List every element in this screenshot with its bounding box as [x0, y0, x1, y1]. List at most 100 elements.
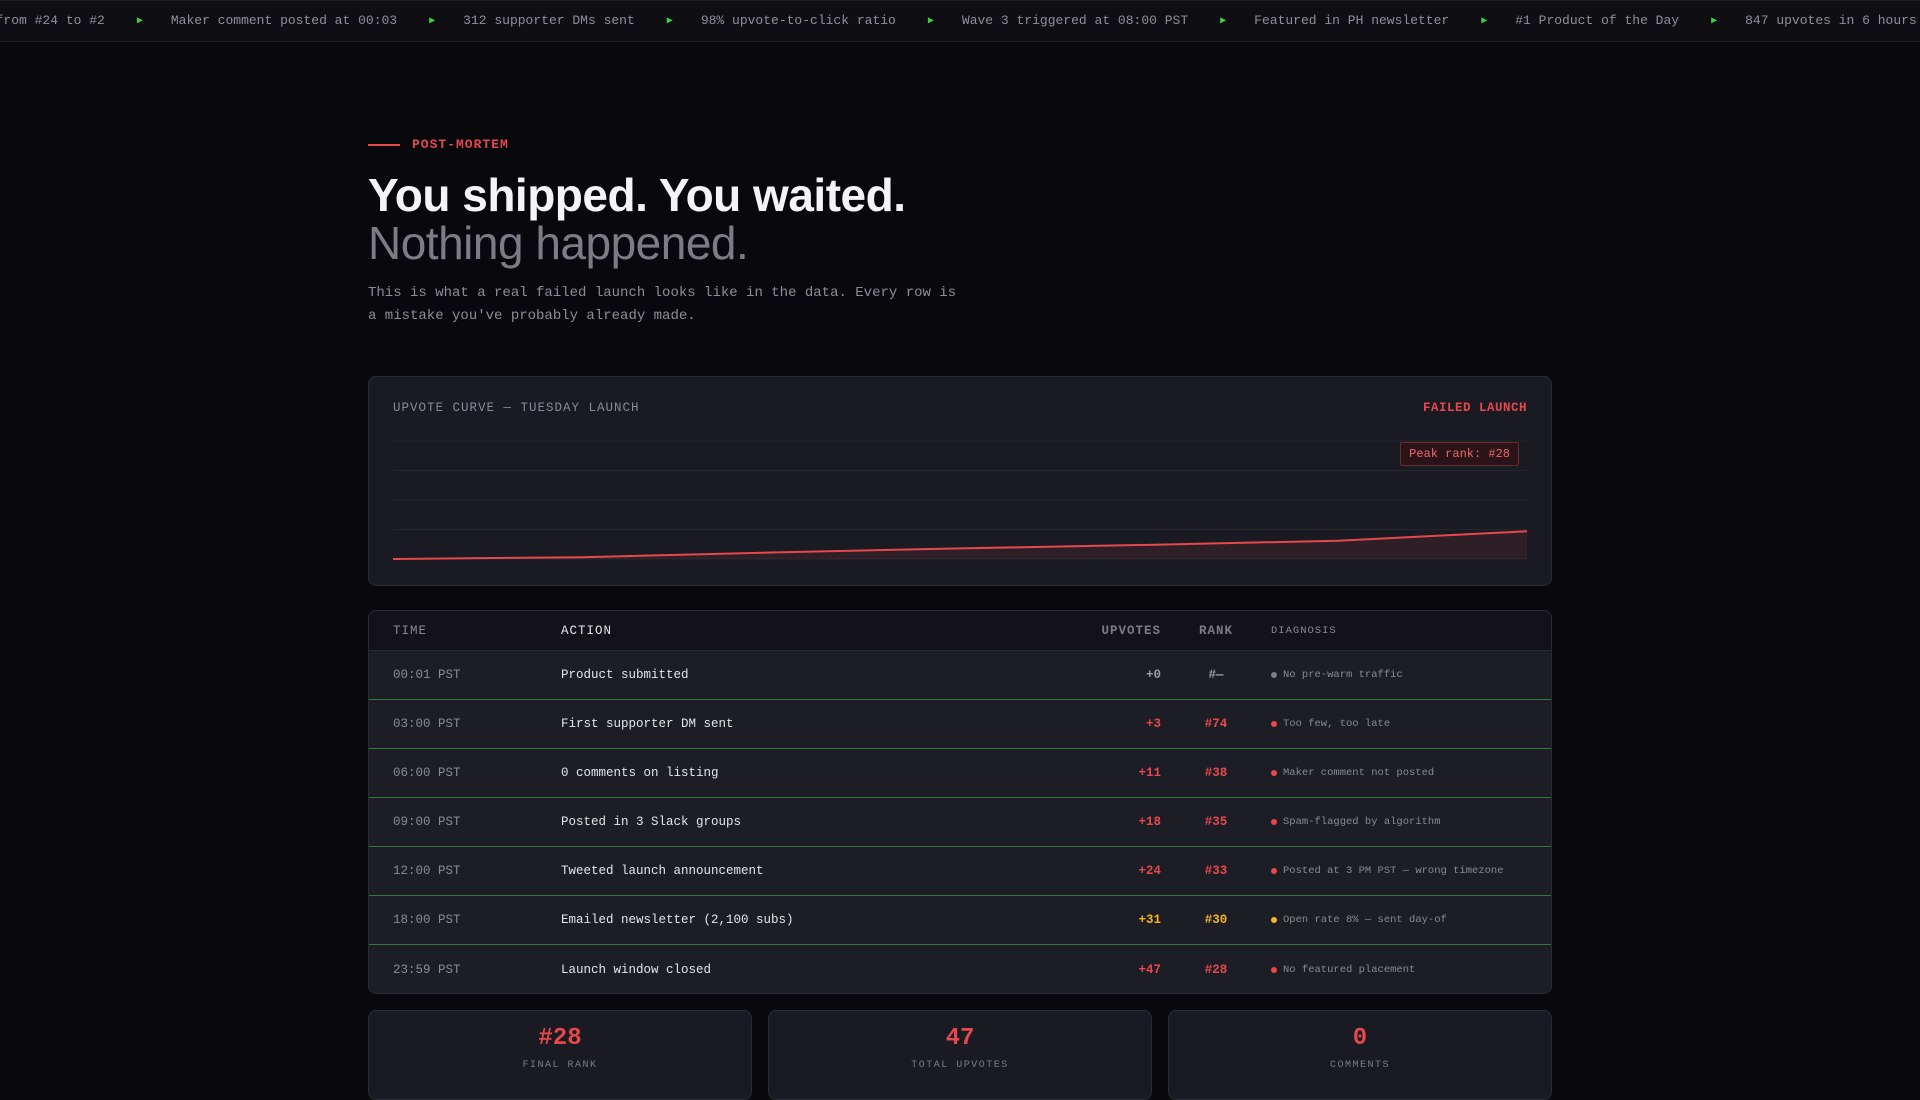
headline: You shipped. You waited. [368, 169, 906, 221]
row-upvotes: +47 [1138, 962, 1161, 977]
stat-label: COMMENTS [1329, 1060, 1390, 1071]
status-dot-icon [1271, 917, 1277, 923]
play-arrow-icon: ▶ [136, 15, 143, 27]
status-dot-icon [1271, 672, 1277, 678]
row-action: First supporter DM sent [561, 717, 734, 731]
news-ticker: d from #24 to #2▶Maker comment posted at… [0, 0, 1920, 42]
ticker-item: Maker comment posted at 00:03 ▶ [171, 13, 463, 28]
play-arrow-icon: ▶ [927, 15, 934, 27]
eyebrow-rule [368, 143, 400, 146]
row-time: 23:59 PST [393, 962, 461, 977]
peak-rank-badge: Peak rank: #28 [1400, 442, 1519, 466]
ticker-item: d from #24 to #2 ▶ [0, 13, 171, 28]
row-upvotes: +0 [1145, 668, 1161, 682]
row-diagnosis-text: Posted at 3 PM PST — wrong timezone [1283, 865, 1504, 877]
row-time: 18:00 PST [393, 913, 461, 927]
table-row: 18:00 PST Emailed newsletter (2,100 subs)… [369, 896, 1551, 945]
ticker-item: 847 upvotes in 6 hours▶ [1745, 13, 1920, 28]
status-dot-icon [1271, 770, 1277, 776]
table-row: 06:00 PST 0 comments on listing +11 #38 Make… [369, 749, 1551, 798]
row-diagnosis: No featured placement [1271, 964, 1551, 976]
ticker-text: 312 supporter DMs sent [463, 13, 635, 28]
row-diagnosis: Open rate 8% — sent day-of [1271, 914, 1551, 926]
row-diagnosis-text: Too few, too late [1283, 718, 1391, 730]
stat-label: FINAL RANK [522, 1060, 598, 1071]
row-rank: #28 [1204, 962, 1228, 977]
table-row: 03:00 PST First supporter DM sent +3 #74 Too… [369, 700, 1551, 749]
row-action: Product submitted [561, 668, 689, 682]
upvote-chart-card: UPVOTE CURVE — TUESDAY LAUNCH FAILED LAU… [368, 376, 1552, 586]
row-diagnosis: Too few, too late [1271, 718, 1551, 730]
th-diagnosis: DIAGNOSIS [1271, 624, 1337, 637]
ticker-text: 98% upvote-to-click ratio [700, 13, 896, 28]
row-rank: #38 [1204, 766, 1228, 780]
ticker-track: d from #24 to #2▶Maker comment posted at… [0, 13, 1920, 28]
ticker-text: d from #24 to #2 [0, 13, 105, 28]
row-rank: #33 [1204, 864, 1228, 878]
row-rank: #74 [1204, 717, 1228, 731]
status-dot-icon [1271, 966, 1277, 973]
th-action: ACTION [561, 623, 613, 638]
row-upvotes: +3 [1145, 717, 1161, 731]
chart-title: UPVOTE CURVE — TUESDAY LAUNCH [393, 401, 640, 415]
row-upvotes: +18 [1138, 815, 1161, 829]
table-header: TIME ACTION UPVOTES RANK DIAGNOSIS [369, 611, 1551, 651]
table-row: 00:01 PST Product submitted +0 #— No pre-war… [369, 651, 1551, 700]
row-rank: #30 [1204, 913, 1228, 927]
row-diagnosis-text: No featured placement [1283, 963, 1416, 976]
ticker-item: 312 supporter DMs sent ▶ [463, 13, 701, 28]
row-diagnosis: No pre-warm traffic [1271, 669, 1551, 681]
ticker-text: Maker comment posted at 00:03 [170, 13, 398, 28]
status-dot-icon [1271, 819, 1277, 825]
row-diagnosis-text: Maker comment not posted [1283, 767, 1435, 779]
row-action: Posted in 3 Slack groups [561, 815, 742, 829]
play-arrow-icon: ▶ [1481, 15, 1488, 27]
stats-row: #28 FINAL RANK 47 TOTAL UPVOTES 0 COMMENTS [368, 1010, 1552, 1100]
subheadline: Nothing happened. [368, 217, 749, 269]
table-body: 00:01 PST Product submitted +0 #— No pre-war… [369, 651, 1551, 993]
ticker-item: #1 Product of the Day ▶ [1515, 13, 1745, 28]
stat-label: TOTAL UPVOTES [911, 1060, 1009, 1071]
timeline-table: TIME ACTION UPVOTES RANK DIAGNOSIS 00:01… [368, 610, 1552, 994]
row-action: Launch window closed [561, 962, 712, 977]
ticker-item: Featured in PH newsletter ▶ [1254, 13, 1515, 28]
stat-value: #28 [538, 1025, 582, 1052]
play-arrow-icon: ▶ [1220, 15, 1227, 27]
play-arrow-icon: ▶ [1711, 15, 1718, 27]
row-diagnosis-text: Open rate 8% — sent day-of [1283, 914, 1447, 926]
stat-value: 0 [1352, 1025, 1368, 1052]
row-upvotes: +24 [1138, 864, 1161, 878]
table-row: 23:59 PST Launch window closed +47 #28 No fe… [369, 945, 1551, 993]
th-time: TIME [393, 623, 428, 638]
play-arrow-icon: ▶ [429, 15, 436, 27]
th-upvotes: UPVOTES [1101, 623, 1161, 638]
row-action: Emailed newsletter (2,100 subs) [561, 913, 794, 927]
ticker-text: #1 Product of the Day [1515, 13, 1680, 28]
table-row: 09:00 PST Posted in 3 Slack groups +18 #35 S… [369, 798, 1551, 847]
stat-card: 47 TOTAL UPVOTES [768, 1010, 1152, 1100]
row-action: 0 comments on listing [561, 766, 719, 780]
row-rank: #35 [1204, 815, 1228, 829]
table-row: 12:00 PST Tweeted launch announcement +24 #… [369, 847, 1551, 896]
th-rank: RANK [1198, 623, 1233, 638]
row-diagnosis-text: Spam-flagged by algorithm [1283, 816, 1441, 828]
row-upvotes: +11 [1138, 766, 1161, 780]
row-upvotes: +31 [1138, 913, 1161, 927]
ticker-text: Wave 3 triggered at 08:00 PST [961, 13, 1189, 28]
upvote-area [393, 531, 1527, 559]
stat-card: #28 FINAL RANK [368, 1010, 752, 1100]
ticker-item: Wave 3 triggered at 08:00 PST ▶ [962, 13, 1254, 28]
eyebrow: POST-MORTEM [368, 137, 509, 152]
row-time: 09:00 PST [393, 815, 461, 829]
row-diagnosis: Posted at 3 PM PST — wrong timezone [1271, 865, 1551, 877]
lede: This is what a real failed launch looks … [368, 285, 957, 324]
stat-card: 0 COMMENTS [1168, 1010, 1552, 1100]
row-rank: #— [1208, 668, 1224, 682]
row-time: 12:00 PST [393, 864, 461, 878]
row-time: 03:00 PST [393, 717, 461, 731]
eyebrow-label: POST-MORTEM [412, 137, 509, 152]
failed-launch-badge: FAILED LAUNCH [1422, 401, 1527, 415]
ticker-item: 98% upvote-to-click ratio ▶ [701, 13, 962, 28]
row-action: Tweeted launch announcement [561, 864, 764, 878]
row-diagnosis: Spam-flagged by algorithm [1271, 816, 1551, 828]
